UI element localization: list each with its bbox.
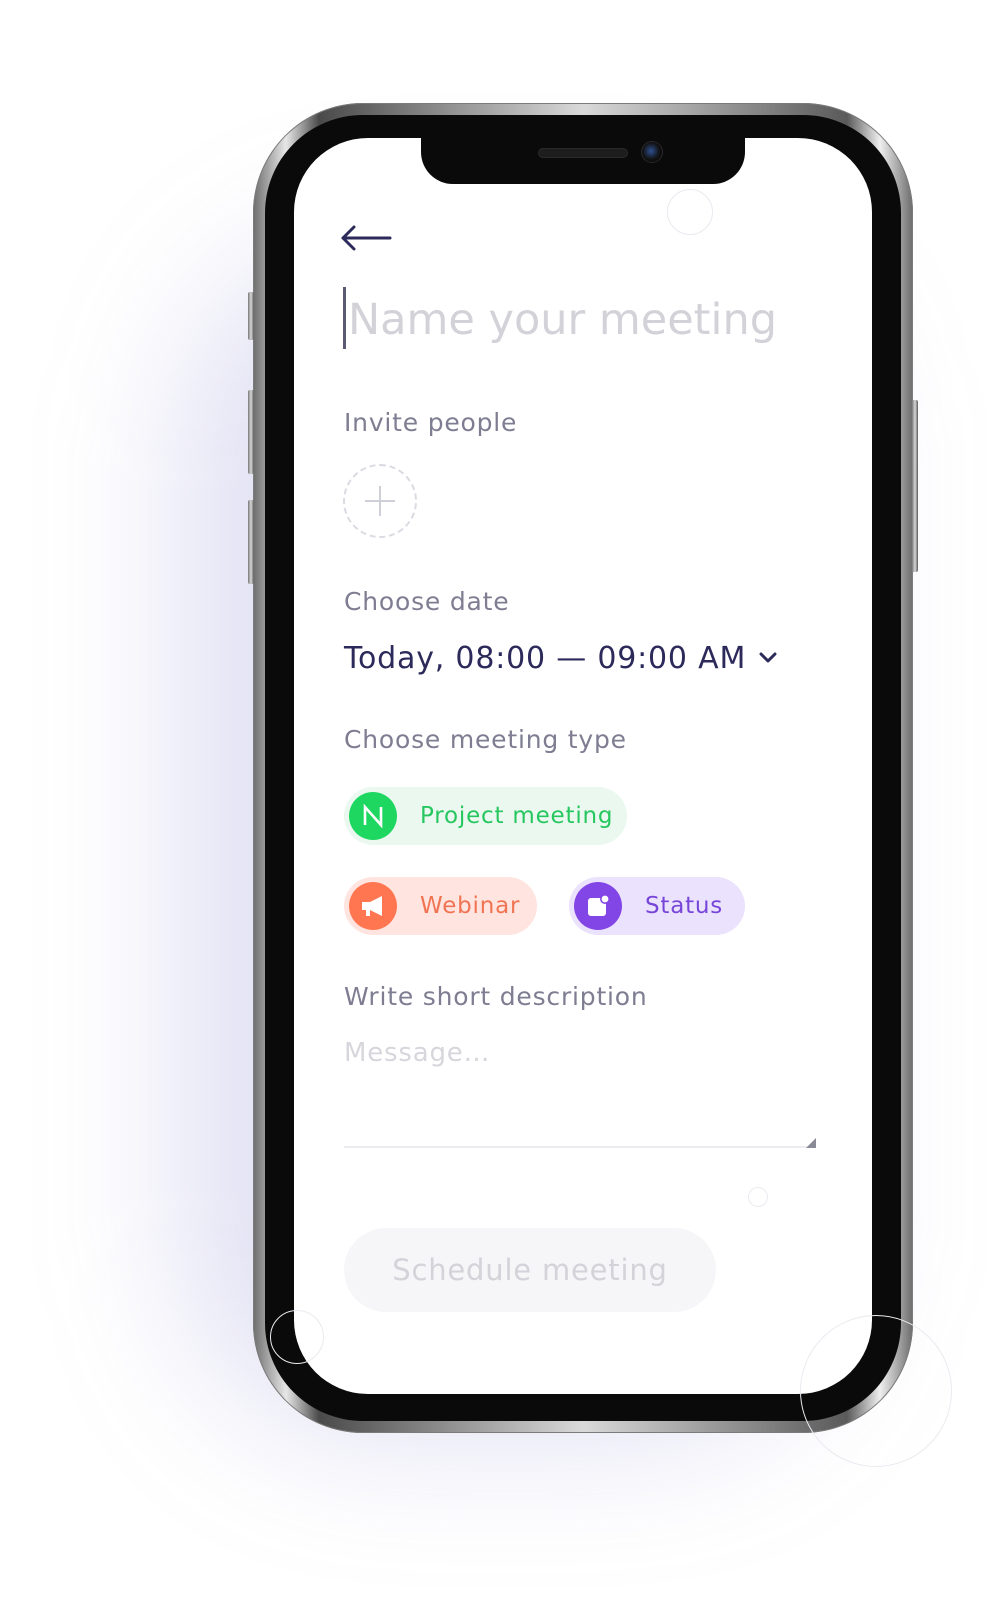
megaphone-icon xyxy=(349,882,397,930)
chevron-down-icon xyxy=(759,652,777,663)
schedule-meeting-button[interactable]: Schedule meeting xyxy=(344,1228,716,1312)
decorative-circle xyxy=(270,1310,324,1364)
project-icon xyxy=(349,792,397,840)
choose-date-label: Choose date xyxy=(344,587,510,616)
date-dropdown[interactable]: Today, 08:00 — 09:00 AM xyxy=(344,636,778,680)
speaker-grille xyxy=(538,148,628,158)
description-textarea[interactable] xyxy=(344,1038,814,1148)
mockup-stage: Invite people Choose date Today, 08:00 —… xyxy=(0,0,992,1602)
meeting-type-status-option[interactable]: Status xyxy=(569,877,745,935)
invite-add-button[interactable] xyxy=(343,464,417,538)
decorative-circle xyxy=(800,1315,952,1467)
invite-people-label: Invite people xyxy=(344,408,518,437)
meeting-type-label: Choose meeting type xyxy=(344,725,627,754)
meeting-type-webinar-option[interactable]: Webinar xyxy=(344,877,537,935)
meeting-type-label-webinar: Webinar xyxy=(420,893,521,919)
phone-volume-down xyxy=(248,500,254,584)
meeting-type-label-project: Project meeting xyxy=(420,803,614,829)
front-camera xyxy=(642,142,662,162)
phone-power-button xyxy=(912,400,918,572)
description-label: Write short description xyxy=(344,982,648,1011)
phone-volume-up xyxy=(248,390,254,474)
decorative-circle xyxy=(667,189,713,235)
date-value: Today, 08:00 — 09:00 AM xyxy=(344,640,747,676)
status-icon xyxy=(574,882,622,930)
phone-notch xyxy=(421,138,745,184)
phone-silent-switch xyxy=(248,292,254,340)
meeting-type-label-status: Status xyxy=(645,893,724,919)
arrow-left-icon xyxy=(341,225,392,251)
back-button[interactable] xyxy=(340,224,392,252)
meeting-type-project-option[interactable]: Project meeting xyxy=(344,787,627,845)
text-cursor xyxy=(343,287,346,349)
meeting-name-input[interactable] xyxy=(348,290,848,350)
plus-icon xyxy=(365,486,395,516)
decorative-circle xyxy=(748,1187,768,1207)
resize-handle-icon[interactable] xyxy=(804,1136,816,1148)
